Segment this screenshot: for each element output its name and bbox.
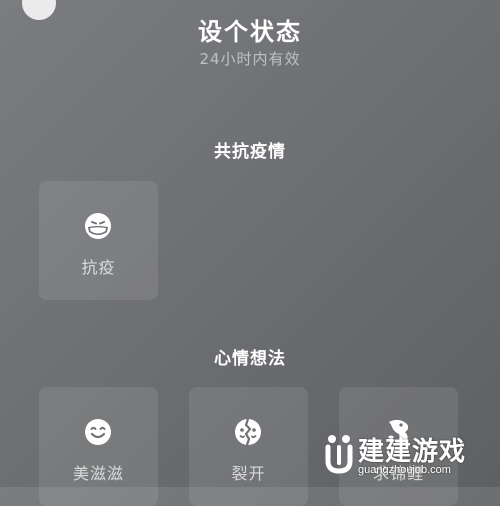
masked-face-icon [82,210,114,242]
watermark-logo-icon [324,433,354,475]
page-title: 设个状态 [198,18,302,46]
cracked-face-icon [232,416,264,448]
page-subtitle: 24小时内有效 [199,50,301,68]
status-tile-label: 裂开 [231,464,266,483]
status-tile-label: 抗疫 [81,258,116,277]
status-tile-cracked[interactable]: 裂开 [189,387,308,506]
section-title-anti-epidemic: 共抗疫情 [214,142,286,162]
watermark: 建建游戏 guangzhoujob.com [324,431,494,483]
smiley-face-icon [82,416,114,448]
status-tile-label: 美滋滋 [72,464,124,483]
status-tile-happy[interactable]: 美滋滋 [39,387,158,506]
status-tile-anti-epidemic[interactable]: 抗疫 [39,181,158,300]
watermark-brand: 建建游戏 [358,437,467,467]
section-title-mood: 心情想法 [214,349,286,369]
watermark-url: guangzhoujob.com [358,464,451,476]
